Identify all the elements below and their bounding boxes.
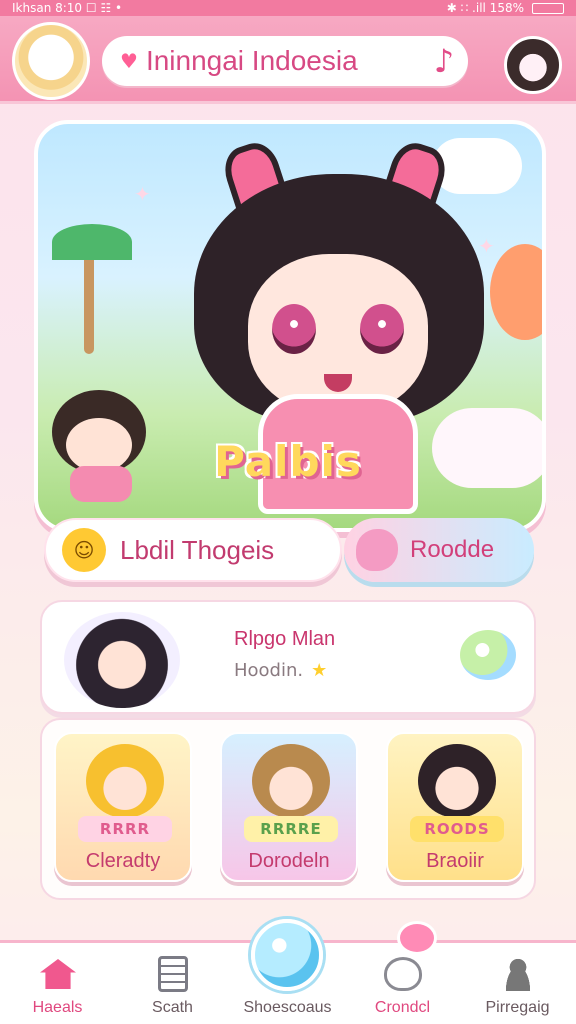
nav-label: Shoescoaus (243, 999, 332, 1016)
nav-label: Crondcl (374, 999, 431, 1016)
nav-label: Haeals (32, 999, 83, 1016)
category-card[interactable]: RRRR Cleradty (54, 732, 192, 882)
palm-tree-decoration (52, 204, 132, 354)
nav-item-center[interactable]: Shoescoaus (230, 919, 345, 1024)
profile-subtitle: Hoodin. ★ (234, 660, 327, 681)
character-eye (272, 304, 316, 354)
sparkle-icon: ✦ (134, 182, 151, 206)
status-bar: Ikhsan 8:10 ☐ ☷ • ✱ ∷ .ill 158% (0, 0, 576, 16)
bubble-icon (251, 919, 323, 991)
category-badge: RRRR (78, 816, 172, 842)
balloon-decoration (490, 244, 542, 340)
blob-icon (356, 529, 398, 571)
status-left-text: Ikhsan 8:10 ☐ ☷ • (12, 1, 123, 15)
character-avatar (252, 744, 330, 818)
music-note-icon[interactable]: ♪ (434, 42, 454, 80)
palm-trunk (84, 244, 94, 354)
nav-item-search[interactable]: Scath (115, 943, 230, 1024)
cat-boy-character (44, 382, 154, 502)
nav-label: Scath (152, 999, 193, 1016)
category-card[interactable]: RRRRE Dorodeln (220, 732, 358, 882)
heart-icon: ♥ (120, 49, 138, 73)
secondary-action-label: Roodde (410, 536, 495, 563)
nav-item-home[interactable]: Haeals (0, 943, 115, 1024)
category-badge: RRRRE (244, 816, 338, 842)
character-face (66, 418, 132, 472)
category-label: Cleradty (85, 850, 161, 872)
avatar[interactable] (12, 22, 90, 100)
profile-subtitle-text: Hoodin. (234, 660, 304, 681)
bottom-nav: Haeals Scath Shoescoaus Crondcl Pirregai… (0, 919, 576, 1024)
profile-name: Rlpgo Mlan (234, 628, 336, 650)
avatar (64, 612, 180, 708)
secondary-action-button[interactable]: Roodde (344, 518, 534, 582)
nav-label: Pirregaig (485, 999, 550, 1016)
notification-badge (397, 921, 437, 955)
category-badge: ROODS (410, 816, 504, 842)
app-header: ♥ Ininngai Indoesia ♪ (0, 16, 576, 104)
home-icon (37, 953, 79, 995)
page-title: Ininngai Indoesia (145, 45, 358, 76)
chat-bubble-icon[interactable] (460, 630, 516, 680)
smiley-icon: ☺ (62, 528, 106, 572)
document-icon (152, 953, 194, 995)
category-label: Dorodeln (248, 850, 330, 872)
character-eye (360, 304, 404, 354)
primary-action-button[interactable]: ☺ Lbdil Thogeis (44, 518, 342, 582)
status-right: ✱ ∷ .ill 158% (447, 1, 564, 15)
character-avatar (86, 744, 164, 818)
character-avatar (418, 744, 496, 818)
nav-item-chat[interactable]: Crondcl (345, 921, 460, 1024)
category-label: Braoiir (426, 850, 484, 872)
hero-logo: Palbis (214, 436, 362, 486)
star-icon: ★ (311, 660, 328, 681)
status-right-text: ✱ ∷ .ill 158% (446, 1, 524, 15)
nav-item-profile[interactable]: Pirregaig (460, 943, 575, 1024)
primary-action-label: Lbdil Thogeis (120, 534, 275, 565)
battery-icon (532, 2, 564, 14)
category-card[interactable]: ROODS Braoiir (386, 732, 524, 882)
hero-banner[interactable]: ✦ ✦ Palbis (34, 120, 546, 532)
chat-icon (382, 953, 424, 995)
character-shirt (70, 466, 132, 502)
palm-leaf (52, 224, 132, 260)
profile-card[interactable]: Rlpgo Mlan Hoodin. ★ (40, 600, 536, 714)
categories-panel: RRRR Cleradty RRRRE Dorodeln ROODS Braoi… (40, 718, 536, 900)
title-pill: ♥ Ininngai Indoesia ♪ (102, 36, 468, 86)
friend-avatar[interactable] (504, 36, 562, 94)
person-icon (497, 953, 539, 995)
